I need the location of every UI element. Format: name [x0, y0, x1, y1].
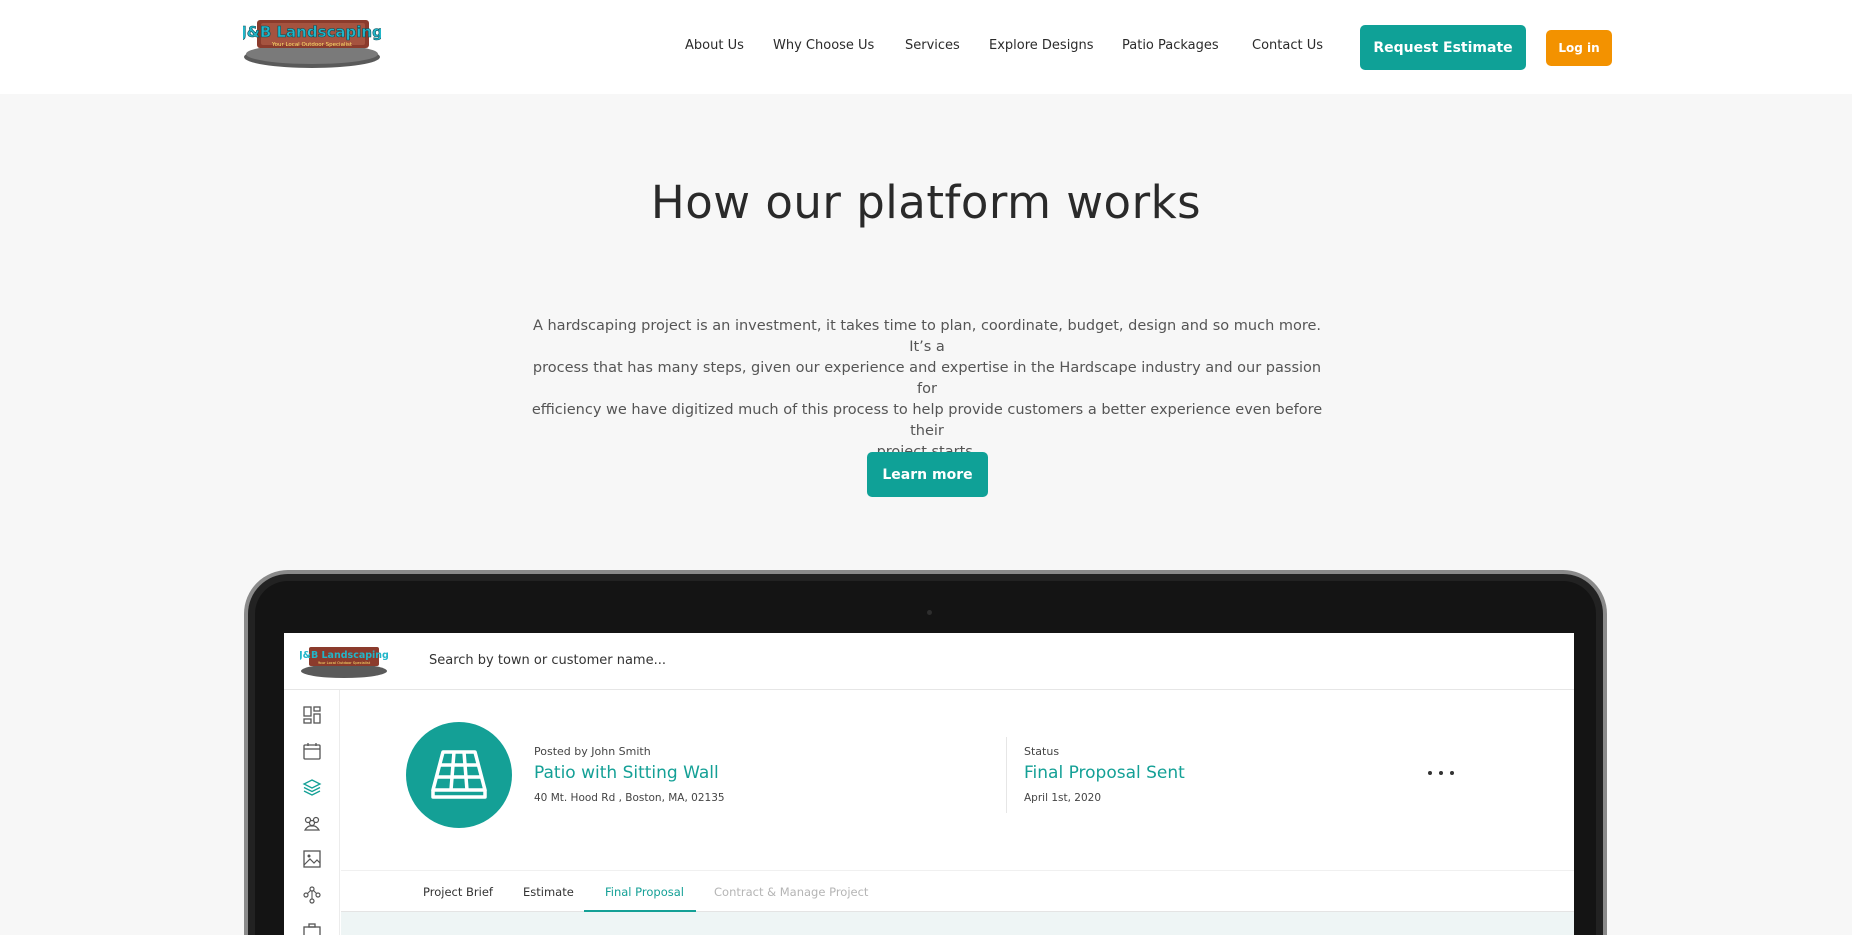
search-input[interactable]: Search by town or customer name...	[429, 653, 666, 668]
tab-content-area	[341, 912, 1574, 935]
project-avatar	[406, 722, 512, 828]
svg-text:J&B Landscaping: J&B Landscaping	[300, 650, 388, 661]
hero-description-line: process that has many steps, given our e…	[532, 360, 1322, 397]
team-icon[interactable]	[301, 812, 323, 834]
project-address: 40 Mt. Hood Rd , Boston, MA, 02135	[534, 792, 725, 804]
hero-description: A hardscaping project is an investment, …	[525, 316, 1329, 463]
dashboard-icon[interactable]	[301, 704, 323, 726]
app-logo[interactable]: J&B Landscaping Your Local Outdoor Speci…	[300, 645, 388, 679]
more-options-button[interactable]	[1428, 765, 1454, 781]
app-screen: J&B Landscaping Your Local Outdoor Speci…	[284, 633, 1574, 935]
login-button[interactable]: Log in	[1546, 30, 1612, 66]
site-header: J&B Landscaping Your Local Outdoor Speci…	[0, 0, 1852, 94]
laptop-mockup: J&B Landscaping Your Local Outdoor Speci…	[244, 570, 1607, 935]
nav-why-choose-us[interactable]: Why Choose Us	[773, 38, 874, 53]
svg-text:Your Local Outdoor Specialist: Your Local Outdoor Specialist	[318, 661, 371, 665]
briefcase-icon[interactable]	[301, 920, 323, 935]
nav-contact-us[interactable]: Contact Us	[1252, 38, 1323, 53]
status-date: April 1st, 2020	[1024, 792, 1102, 804]
status-label: Status	[1024, 745, 1060, 758]
divider	[1006, 737, 1007, 813]
project-title: Patio with Sitting Wall	[534, 763, 719, 783]
request-estimate-button[interactable]: Request Estimate	[1360, 25, 1526, 70]
more-dot-icon	[1428, 771, 1432, 775]
tab-contract-manage-project[interactable]: Contract & Manage Project	[714, 885, 868, 899]
app-sidebar	[284, 690, 340, 935]
camera-icon	[927, 610, 932, 615]
project-tabs: Project Brief Estimate Final Proposal Co…	[341, 870, 1574, 912]
hero-description-line: efficiency we have digitized much of thi…	[531, 402, 1323, 439]
layers-icon[interactable]	[301, 776, 323, 798]
learn-more-button[interactable]: Learn more	[867, 452, 988, 497]
nav-patio-packages[interactable]: Patio Packages	[1122, 38, 1219, 53]
app-topbar: J&B Landscaping Your Local Outdoor Speci…	[284, 633, 1574, 690]
nav-services[interactable]: Services	[905, 38, 960, 53]
hero-description-line: A hardscaping project is an investment, …	[532, 318, 1322, 355]
tab-project-brief[interactable]: Project Brief	[423, 885, 493, 899]
status-value: Final Proposal Sent	[1024, 763, 1185, 783]
tab-final-proposal[interactable]: Final Proposal	[605, 885, 684, 899]
workflow-icon[interactable]	[301, 884, 323, 906]
project-posted-by: Posted by John Smith	[534, 745, 651, 758]
patio-grid-icon	[431, 750, 487, 799]
nav-explore-designs[interactable]: Explore Designs	[989, 38, 1094, 53]
more-dot-icon	[1450, 771, 1454, 775]
nav-about-us[interactable]: About Us	[685, 38, 744, 53]
page-title: How our platform works	[650, 176, 1202, 229]
tab-estimate[interactable]: Estimate	[523, 885, 574, 899]
calendar-icon[interactable]	[301, 740, 323, 762]
gallery-icon[interactable]	[301, 848, 323, 870]
more-dot-icon	[1439, 771, 1443, 775]
